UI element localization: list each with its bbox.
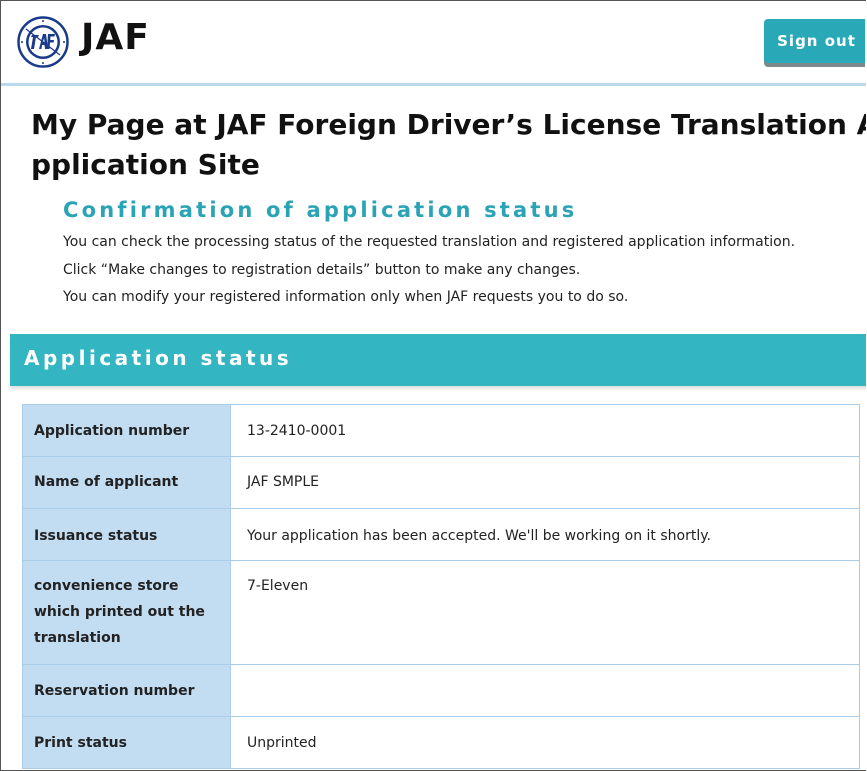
table-row-applicant-name: Name of applicant JAF SMPLE [22, 456, 860, 509]
table-row-issuance-status: Issuance status Your application has bee… [22, 508, 860, 561]
confirmation-subtitle: Confirmation of application status [63, 198, 578, 222]
row-value: Unprinted [230, 716, 860, 769]
table-row-application-number: Application number 13-2410-0001 [22, 404, 860, 457]
row-value: 13-2410-0001 [230, 404, 860, 457]
application-status-table: Application number 13-2410-0001 Name of … [22, 404, 860, 769]
row-value: Your application has been accepted. We'l… [230, 508, 860, 561]
description-line: Click “Make changes to registration deta… [63, 262, 581, 278]
sign-out-button[interactable]: Sign out [764, 19, 865, 63]
row-label: Application number [22, 404, 231, 457]
row-value [230, 664, 860, 717]
table-row-print-status: Print status Unprinted [22, 716, 860, 769]
description-line: You can check the processing status of t… [63, 234, 796, 250]
row-label: Issuance status [22, 508, 231, 561]
application-status-title: Application status [24, 346, 293, 370]
row-value: JAF SMPLE [230, 456, 860, 509]
jaf-emblem-icon[interactable] [17, 16, 69, 68]
logo-text: JAF [81, 17, 150, 58]
site-header: JAF Sign out [1, 1, 866, 86]
row-label: Reservation number [22, 664, 231, 717]
row-label: Name of applicant [22, 456, 231, 509]
page-frame: JAF Sign out My Page at JAF Foreign Driv… [0, 0, 866, 771]
page-title: My Page at JAF Foreign Driver’s License … [31, 108, 866, 181]
row-label: convenience store which printed out the … [22, 560, 231, 665]
table-row-reservation-number: Reservation number [22, 664, 860, 717]
description-line: You can modify your registered informati… [63, 289, 629, 305]
row-value: 7-Eleven [230, 560, 860, 665]
application-status-header: Application status [10, 334, 866, 386]
table-row-convenience-store: convenience store which printed out the … [22, 560, 860, 665]
row-label: Print status [22, 716, 231, 769]
